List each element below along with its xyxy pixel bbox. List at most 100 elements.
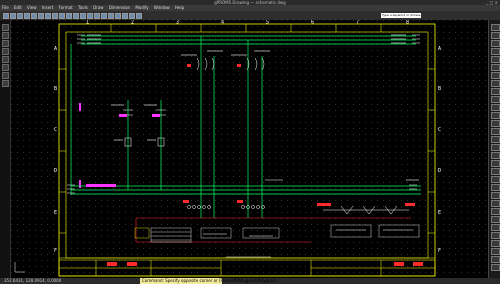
wire-marker (79, 180, 81, 188)
drawing-canvas[interactable]: A B C D E F A B C D E F 1 2 3 4 5 6 7 8 (11, 20, 488, 278)
breaker-tag (187, 64, 191, 67)
schematic-drawing[interactable]: A B C D E F A B C D E F 1 2 3 4 5 6 7 8 (11, 20, 488, 278)
palette-tool-icon[interactable] (491, 56, 500, 63)
row-label: C (438, 127, 441, 133)
palette-tool-icon[interactable] (491, 120, 500, 127)
search-input[interactable]: Type a keyword or phrase (381, 13, 421, 18)
tool-palette-icon[interactable] (108, 13, 114, 19)
zoom-icon[interactable] (73, 13, 79, 19)
palette-tool-icon[interactable] (491, 256, 500, 263)
zoom-previous-icon[interactable] (87, 13, 93, 19)
paste-icon[interactable] (45, 13, 51, 19)
menu-window[interactable]: Window (154, 5, 170, 10)
column-label: 2 (131, 20, 134, 26)
device-tag (152, 114, 160, 117)
print-icon[interactable] (24, 13, 30, 19)
menu-tools[interactable]: Tools (78, 5, 88, 10)
palette-tool-icon[interactable] (491, 200, 500, 207)
row-label: E (54, 210, 57, 216)
palette-tool-icon[interactable] (491, 248, 500, 255)
calculator-icon[interactable] (129, 13, 135, 19)
wire-label-tag (86, 184, 116, 187)
row-label: F (438, 248, 441, 254)
palette-tool-icon[interactable] (491, 152, 500, 159)
status-bar: 352.6431, 128.0914, 0.0000 Command: Spec… (0, 278, 500, 284)
row-label: C (54, 127, 57, 133)
menu-file[interactable]: File (2, 5, 9, 10)
markup-icon[interactable] (122, 13, 128, 19)
column-label: 3 (176, 20, 179, 26)
menu-draw[interactable]: Draw (93, 5, 103, 10)
palette-tool-icon[interactable] (491, 104, 500, 111)
palette-tool-icon[interactable] (491, 136, 500, 143)
zoom-window-icon[interactable] (80, 13, 86, 19)
arc-tool-icon[interactable] (2, 48, 9, 55)
palette-tool-icon[interactable] (491, 96, 500, 103)
column-label: 1 (86, 20, 89, 26)
new-file-icon[interactable] (3, 13, 9, 19)
title-block-tag (107, 262, 117, 266)
palette-tool-icon[interactable] (491, 208, 500, 215)
menu-modify[interactable]: Modify (135, 5, 148, 10)
line-tool-icon[interactable] (2, 24, 9, 31)
palette-tool-icon[interactable] (491, 224, 500, 231)
copy-icon[interactable] (38, 13, 44, 19)
palette-tool-icon[interactable] (491, 232, 500, 239)
palette-tool-icon[interactable] (491, 72, 500, 79)
palette-tool-icon[interactable] (491, 48, 500, 55)
menu-dimension[interactable]: Dimension (109, 5, 130, 10)
circle-tool-icon[interactable] (2, 40, 9, 47)
rectangle-tool-icon[interactable] (2, 56, 9, 63)
menu-help[interactable]: Help (175, 5, 184, 10)
palette-tool-icon[interactable] (491, 112, 500, 119)
help-icon[interactable] (136, 13, 142, 19)
hatch-tool-icon[interactable] (2, 64, 9, 71)
column-label: 4 (221, 20, 224, 26)
palette-tool-icon[interactable] (491, 88, 500, 95)
palette-tool-icon[interactable] (491, 240, 500, 247)
palette-tool-icon[interactable] (491, 128, 500, 135)
palette-tool-icon[interactable] (491, 168, 500, 175)
column-label: 5 (266, 20, 269, 26)
palette-tool-icon[interactable] (491, 32, 500, 39)
palette-tool-icon[interactable] (491, 24, 500, 31)
design-center-icon[interactable] (101, 13, 107, 19)
menu-insert[interactable]: Insert (42, 5, 53, 10)
terminal-tag (237, 200, 243, 203)
polyline-tool-icon[interactable] (2, 32, 9, 39)
menu-format[interactable]: Format (59, 5, 73, 10)
menu-view[interactable]: View (27, 5, 37, 10)
title-block-tag (413, 262, 423, 266)
save-icon[interactable] (17, 13, 23, 19)
device-tag (317, 203, 331, 206)
menu-edit[interactable]: Edit (14, 5, 22, 10)
left-toolbar (0, 20, 11, 278)
insert-block-icon[interactable] (2, 80, 9, 87)
palette-tool-icon[interactable] (491, 184, 500, 191)
sheet-set-icon[interactable] (115, 13, 121, 19)
text-tool-icon[interactable] (2, 72, 9, 79)
grid-background (11, 20, 488, 278)
row-label: B (438, 86, 441, 92)
cut-icon[interactable] (31, 13, 37, 19)
palette-tool-icon[interactable] (491, 40, 500, 47)
properties-icon[interactable] (94, 13, 100, 19)
terminal-tag (183, 200, 189, 203)
palette-tool-icon[interactable] (491, 192, 500, 199)
row-label: A (438, 46, 441, 52)
open-file-icon[interactable] (10, 13, 16, 19)
palette-tool-icon[interactable] (491, 64, 500, 71)
device-tag (119, 114, 127, 117)
palette-tool-icon[interactable] (491, 80, 500, 87)
redo-icon[interactable] (59, 13, 65, 19)
palette-tool-icon[interactable] (491, 176, 500, 183)
right-tool-palette (488, 20, 500, 278)
palette-tool-icon[interactable] (491, 264, 500, 271)
row-label: F (54, 248, 57, 254)
undo-icon[interactable] (52, 13, 58, 19)
palette-tool-icon[interactable] (491, 144, 500, 151)
palette-tool-icon[interactable] (491, 160, 500, 167)
command-line[interactable]: Command: Specify opposite corner or [Fen… (140, 278, 276, 284)
palette-tool-icon[interactable] (491, 216, 500, 223)
pan-icon[interactable] (66, 13, 72, 19)
